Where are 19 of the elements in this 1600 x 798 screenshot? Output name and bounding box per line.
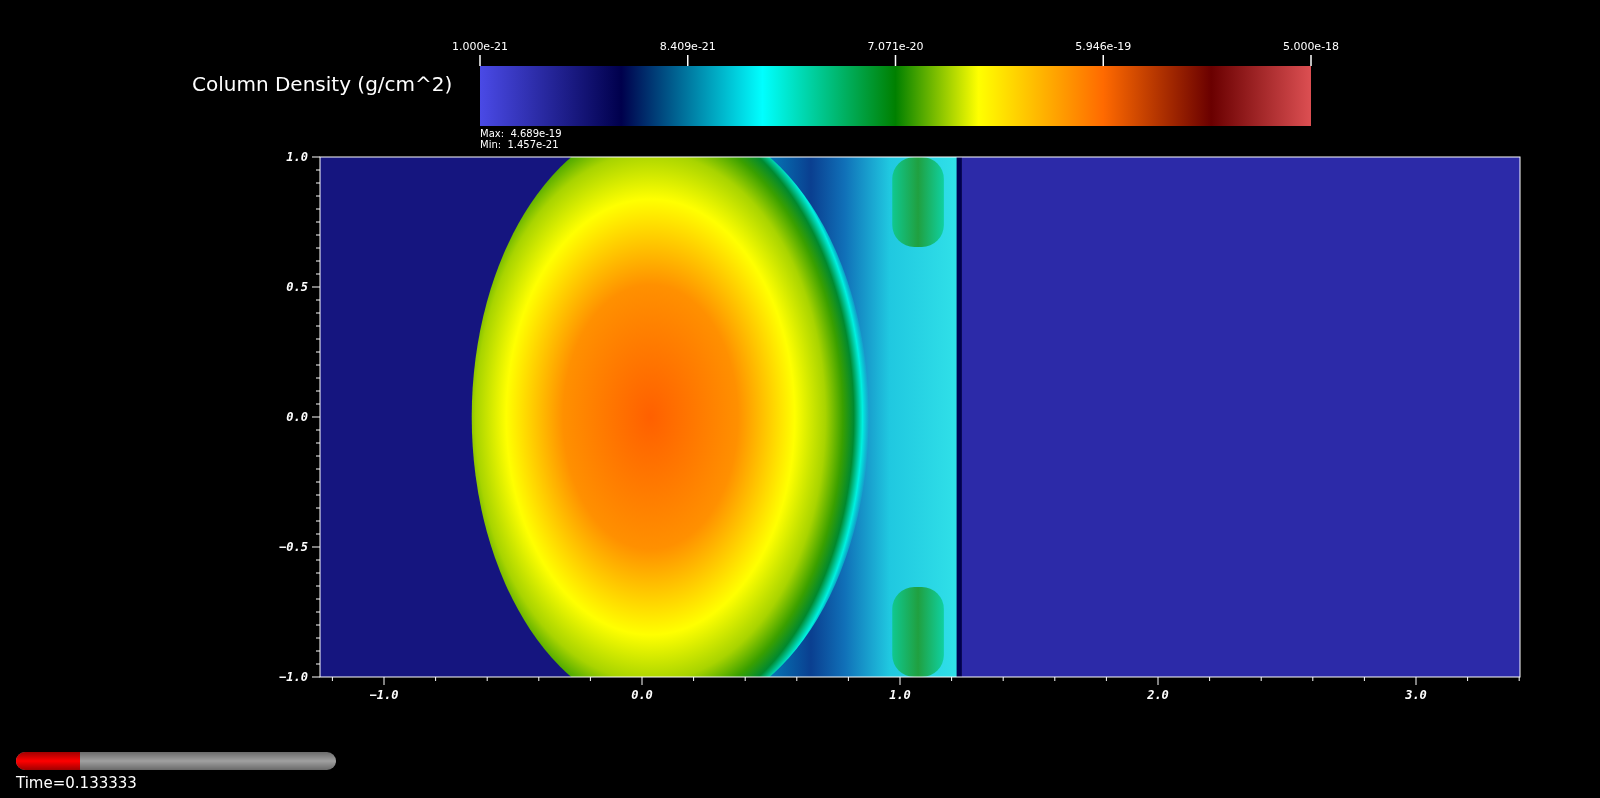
x-tick-label: −1.0 xyxy=(369,688,399,702)
x-tick-label: 2.0 xyxy=(1147,688,1169,702)
colorbar-tick-label: 5.946e-19 xyxy=(1075,40,1132,53)
x-tick-label: 1.0 xyxy=(889,688,911,702)
x-tick-label: 0.0 xyxy=(631,688,653,702)
y-tick-label: 1.0 xyxy=(286,150,308,164)
x-tick-label: 3.0 xyxy=(1405,688,1427,702)
max-value: Max: 4.689e-19 xyxy=(480,128,562,139)
y-tick-label: 0.0 xyxy=(286,410,308,424)
colorbar-tick-label: 5.000e-18 xyxy=(1282,40,1340,53)
colorbar-tick-label: 1.000e-21 xyxy=(451,40,509,53)
y-tick-label: 0.5 xyxy=(286,280,308,294)
y-tick-label: −1.0 xyxy=(279,670,308,684)
time-label: Time=0.133333 xyxy=(16,774,137,792)
colorbar-title: Column Density (g/cm^2) xyxy=(192,72,453,96)
colorbar-tick-label: 8.409e-21 xyxy=(659,40,716,53)
y-tick-label: −0.5 xyxy=(279,540,308,554)
min-value: Min: 1.457e-21 xyxy=(480,139,559,150)
colorbar-tick-label: 7.071e-20 xyxy=(867,40,924,53)
